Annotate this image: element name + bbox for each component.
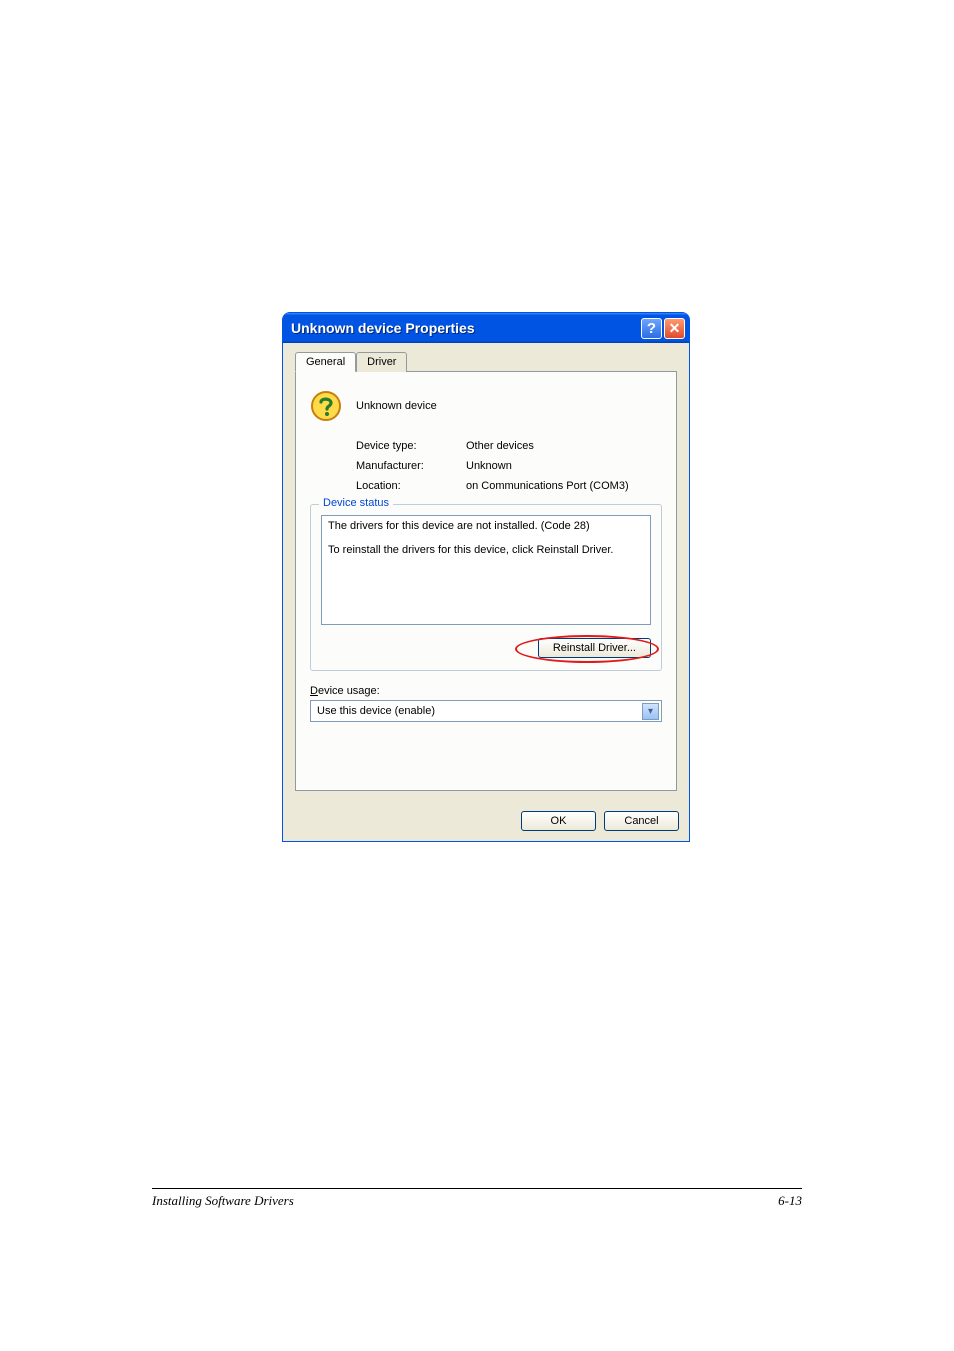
device-status-group: Device status Reinstall Driver...	[310, 504, 662, 671]
titlebar-title: Unknown device Properties	[291, 320, 641, 336]
unknown-device-properties-dialog: Unknown device Properties ? ✕ General Dr…	[282, 312, 690, 842]
page-footer: Installing Software Drivers 6-13	[152, 1188, 802, 1209]
device-usage-select[interactable]: Use this device (enable) ▾	[310, 700, 662, 722]
device-status-title: Device status	[319, 497, 393, 509]
manufacturer-label: Manufacturer:	[356, 460, 466, 472]
device-type-label: Device type:	[356, 440, 466, 452]
tab-driver-label: Driver	[367, 356, 396, 368]
manufacturer-value: Unknown	[466, 460, 662, 472]
reinstall-driver-button[interactable]: Reinstall Driver...	[538, 638, 651, 658]
question-icon	[310, 390, 342, 422]
help-icon[interactable]: ?	[641, 318, 662, 339]
device-name: Unknown device	[356, 400, 437, 412]
tab-driver[interactable]: Driver	[356, 352, 407, 372]
device-usage-label: Device usage:	[310, 685, 662, 697]
device-usage-selected: Use this device (enable)	[317, 705, 435, 717]
ok-label: OK	[551, 815, 567, 827]
cancel-button[interactable]: Cancel	[604, 811, 679, 831]
footer-divider	[152, 1188, 802, 1189]
tab-content-general: Unknown device Device type: Other device…	[295, 371, 677, 791]
device-properties: Device type: Other devices Manufacturer:…	[356, 440, 662, 492]
chevron-down-icon[interactable]: ▾	[642, 703, 659, 720]
tabs: General Driver	[295, 352, 677, 372]
device-status-text[interactable]	[321, 515, 651, 625]
ok-button[interactable]: OK	[521, 811, 596, 831]
footer-left: Installing Software Drivers	[152, 1193, 294, 1209]
location-label: Location:	[356, 480, 466, 492]
location-value: on Communications Port (COM3)	[466, 480, 662, 492]
device-type-value: Other devices	[466, 440, 662, 452]
tab-general[interactable]: General	[295, 352, 356, 372]
footer-right: 6-13	[778, 1193, 802, 1209]
dialog-footer: OK Cancel	[283, 803, 689, 841]
titlebar[interactable]: Unknown device Properties ? ✕	[283, 313, 689, 343]
tab-general-label: General	[306, 356, 345, 368]
cancel-label: Cancel	[624, 815, 658, 827]
reinstall-driver-label: Reinstall Driver...	[553, 642, 636, 654]
close-icon[interactable]: ✕	[664, 318, 685, 339]
